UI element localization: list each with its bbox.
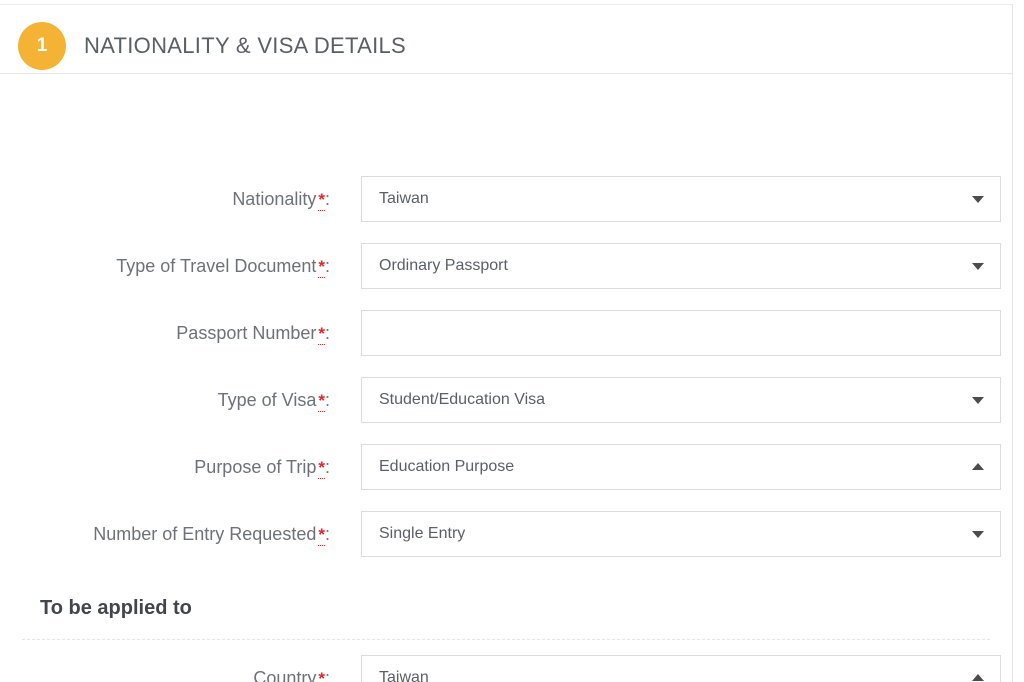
nationality-visa-details-card: 1 NATIONALITY & VISA DETAILS Nationality… bbox=[0, 4, 1013, 682]
label-purpose-of-trip-text: Purpose of Trip bbox=[194, 457, 316, 477]
select-type-of-visa[interactable]: Student/Education Visa bbox=[361, 377, 1001, 423]
chevron-down-icon[interactable] bbox=[972, 397, 984, 404]
label-colon: : bbox=[325, 323, 330, 343]
form-row-passport-number: Passport Number*: bbox=[0, 310, 1012, 356]
label-nationality-text: Nationality bbox=[232, 189, 316, 209]
chevron-up-icon[interactable] bbox=[972, 463, 984, 470]
label-colon: : bbox=[325, 668, 330, 682]
form-row-purpose-of-trip: Purpose of Trip*: Education Purpose bbox=[0, 444, 1012, 490]
label-colon: : bbox=[325, 189, 330, 209]
form-row-country: Country*: Taiwan bbox=[0, 655, 1012, 682]
label-type-of-visa: Type of Visa*: bbox=[0, 377, 330, 424]
label-colon: : bbox=[325, 457, 330, 477]
select-purpose-of-trip[interactable]: Education Purpose bbox=[361, 444, 1001, 490]
page-title: NATIONALITY & VISA DETAILS bbox=[84, 33, 406, 59]
chevron-down-icon[interactable] bbox=[972, 196, 984, 203]
step-number-badge: 1 bbox=[18, 22, 66, 70]
passport-number-input[interactable] bbox=[361, 310, 1001, 356]
required-marker: * bbox=[318, 324, 325, 345]
label-country: Country*: bbox=[0, 655, 330, 682]
select-purpose-of-trip-value: Education Purpose bbox=[379, 445, 514, 489]
form-row-type-of-visa: Type of Visa*: Student/Education Visa bbox=[0, 377, 1012, 423]
chevron-up-icon[interactable] bbox=[972, 674, 984, 681]
section-heading-to-be-applied-to: To be applied to bbox=[40, 597, 192, 620]
label-colon: : bbox=[325, 256, 330, 276]
select-type-of-visa-value: Student/Education Visa bbox=[379, 378, 545, 422]
chevron-down-icon[interactable] bbox=[972, 531, 984, 538]
form-row-nationality: Nationality*: Taiwan bbox=[0, 176, 1012, 222]
label-colon: : bbox=[325, 390, 330, 410]
chevron-down-icon[interactable] bbox=[972, 263, 984, 270]
form-row-travel-document: Type of Travel Document*: Ordinary Passp… bbox=[0, 243, 1012, 289]
required-marker: * bbox=[318, 669, 325, 682]
required-marker: * bbox=[318, 190, 325, 211]
required-marker: * bbox=[318, 391, 325, 412]
visa-application-page: 1 NATIONALITY & VISA DETAILS Nationality… bbox=[0, 0, 1024, 682]
label-passport-number-text: Passport Number bbox=[176, 323, 316, 343]
select-number-of-entry-value: Single Entry bbox=[379, 512, 465, 556]
required-marker: * bbox=[318, 525, 325, 546]
form-row-number-of-entry: Number of Entry Requested*: Single Entry bbox=[0, 511, 1012, 557]
label-country-text: Country bbox=[253, 668, 316, 682]
select-number-of-entry[interactable]: Single Entry bbox=[361, 511, 1001, 557]
section-divider bbox=[22, 639, 990, 640]
required-marker: * bbox=[318, 458, 325, 479]
label-nationality: Nationality*: bbox=[0, 176, 330, 223]
select-nationality[interactable]: Taiwan bbox=[361, 176, 1001, 222]
label-passport-number: Passport Number*: bbox=[0, 310, 330, 357]
select-nationality-value: Taiwan bbox=[379, 177, 429, 221]
card-header: 1 NATIONALITY & VISA DETAILS bbox=[0, 5, 1012, 74]
label-colon: : bbox=[325, 524, 330, 544]
label-travel-document-text: Type of Travel Document bbox=[116, 256, 316, 276]
label-travel-document: Type of Travel Document*: bbox=[0, 243, 330, 290]
select-travel-document[interactable]: Ordinary Passport bbox=[361, 243, 1001, 289]
label-type-of-visa-text: Type of Visa bbox=[218, 390, 317, 410]
required-marker: * bbox=[318, 257, 325, 278]
select-travel-document-value: Ordinary Passport bbox=[379, 244, 508, 288]
label-number-of-entry-text: Number of Entry Requested bbox=[93, 524, 316, 544]
label-number-of-entry: Number of Entry Requested*: bbox=[0, 511, 330, 558]
select-country[interactable]: Taiwan bbox=[361, 655, 1001, 682]
select-country-value: Taiwan bbox=[379, 656, 429, 682]
label-purpose-of-trip: Purpose of Trip*: bbox=[0, 444, 330, 491]
